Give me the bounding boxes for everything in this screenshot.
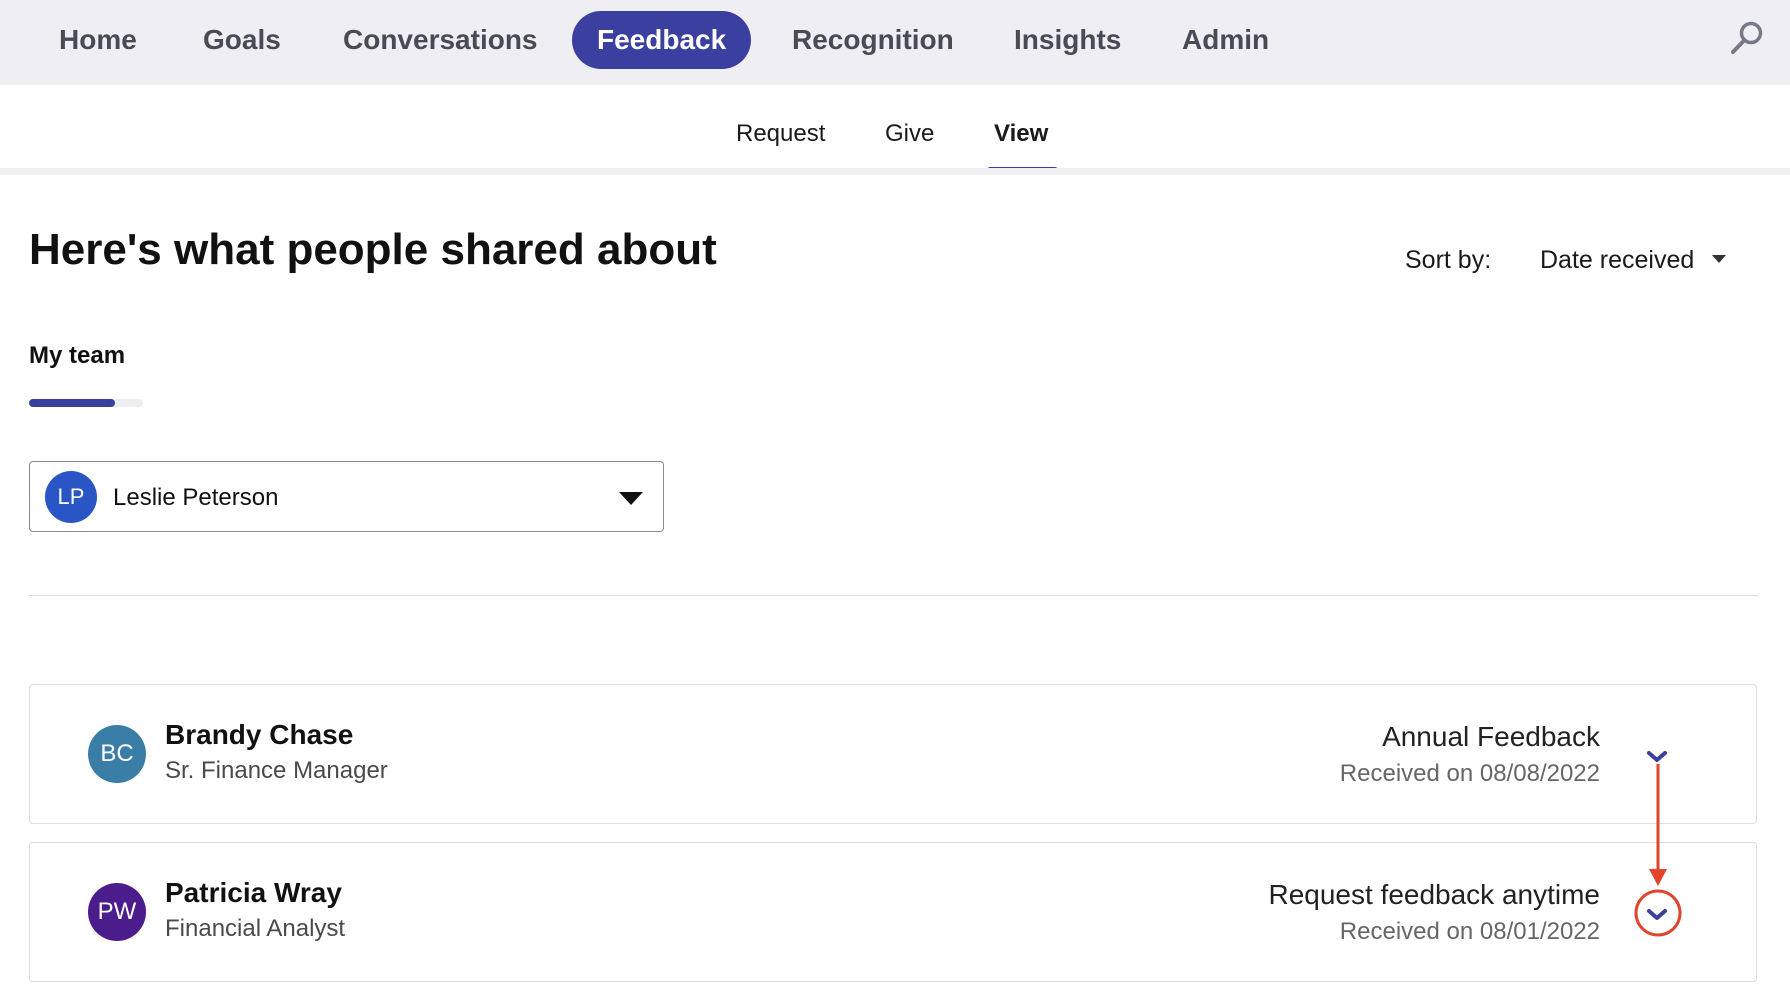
giver-role: Sr. Finance Manager — [165, 757, 388, 784]
nav-goals[interactable]: Goals — [178, 11, 306, 69]
sort-value: Date received — [1540, 246, 1695, 274]
chevron-down-icon — [1647, 751, 1667, 762]
feedback-card: BC Brandy Chase Sr. Finance Manager Annu… — [29, 684, 1757, 824]
chevron-down-icon — [1647, 909, 1667, 920]
subtab-view[interactable]: View — [994, 120, 1048, 148]
sort-label: Sort by: — [1405, 246, 1492, 274]
subnav-divider — [0, 168, 1790, 175]
tab-my-team[interactable]: My team — [29, 342, 125, 370]
nav-recognition[interactable]: Recognition — [767, 11, 979, 69]
feedback-type: Request feedback anytime — [1268, 879, 1600, 910]
search-button[interactable] — [1726, 18, 1768, 60]
top-nav: Home Goals Conversations Feedback Recogn… — [0, 0, 1790, 85]
my-team-tab-indicator — [29, 399, 115, 407]
search-icon — [1731, 21, 1763, 54]
caret-down-icon — [1712, 255, 1727, 264]
section-divider — [29, 595, 1758, 596]
expand-button[interactable] — [1644, 744, 1670, 770]
received-date: Received on 08/01/2022 — [1339, 918, 1600, 945]
my-team-tab-indicator-track — [29, 399, 143, 407]
selected-person-name: Leslie Peterson — [113, 484, 279, 511]
subtab-request[interactable]: Request — [736, 120, 825, 148]
nav-feedback[interactable]: Feedback — [572, 11, 752, 69]
nav-insights[interactable]: Insights — [989, 11, 1146, 69]
feedback-type: Annual Feedback — [1382, 721, 1600, 752]
feedback-card: PW Patricia Wray Financial Analyst Reque… — [29, 842, 1757, 982]
received-date: Received on 08/08/2022 — [1339, 760, 1600, 787]
avatar: BC — [88, 725, 146, 783]
nav-home[interactable]: Home — [34, 11, 162, 69]
person-dropdown[interactable]: LP Leslie Peterson — [29, 461, 664, 532]
avatar: PW — [88, 883, 146, 941]
giver-role: Financial Analyst — [165, 915, 346, 942]
sort-dropdown[interactable]: Date received — [1540, 246, 1727, 278]
expand-button[interactable] — [1644, 902, 1670, 928]
nav-conversations[interactable]: Conversations — [318, 11, 563, 69]
giver-name: Patricia Wray — [165, 877, 342, 908]
giver-name: Brandy Chase — [165, 719, 354, 750]
avatar: LP — [45, 471, 97, 523]
triangle-down-icon — [619, 492, 643, 505]
sub-nav: Request Give View — [0, 85, 1790, 173]
subtab-give[interactable]: Give — [885, 120, 934, 148]
page-title: Here's what people shared about — [29, 225, 717, 274]
nav-admin[interactable]: Admin — [1157, 11, 1294, 69]
